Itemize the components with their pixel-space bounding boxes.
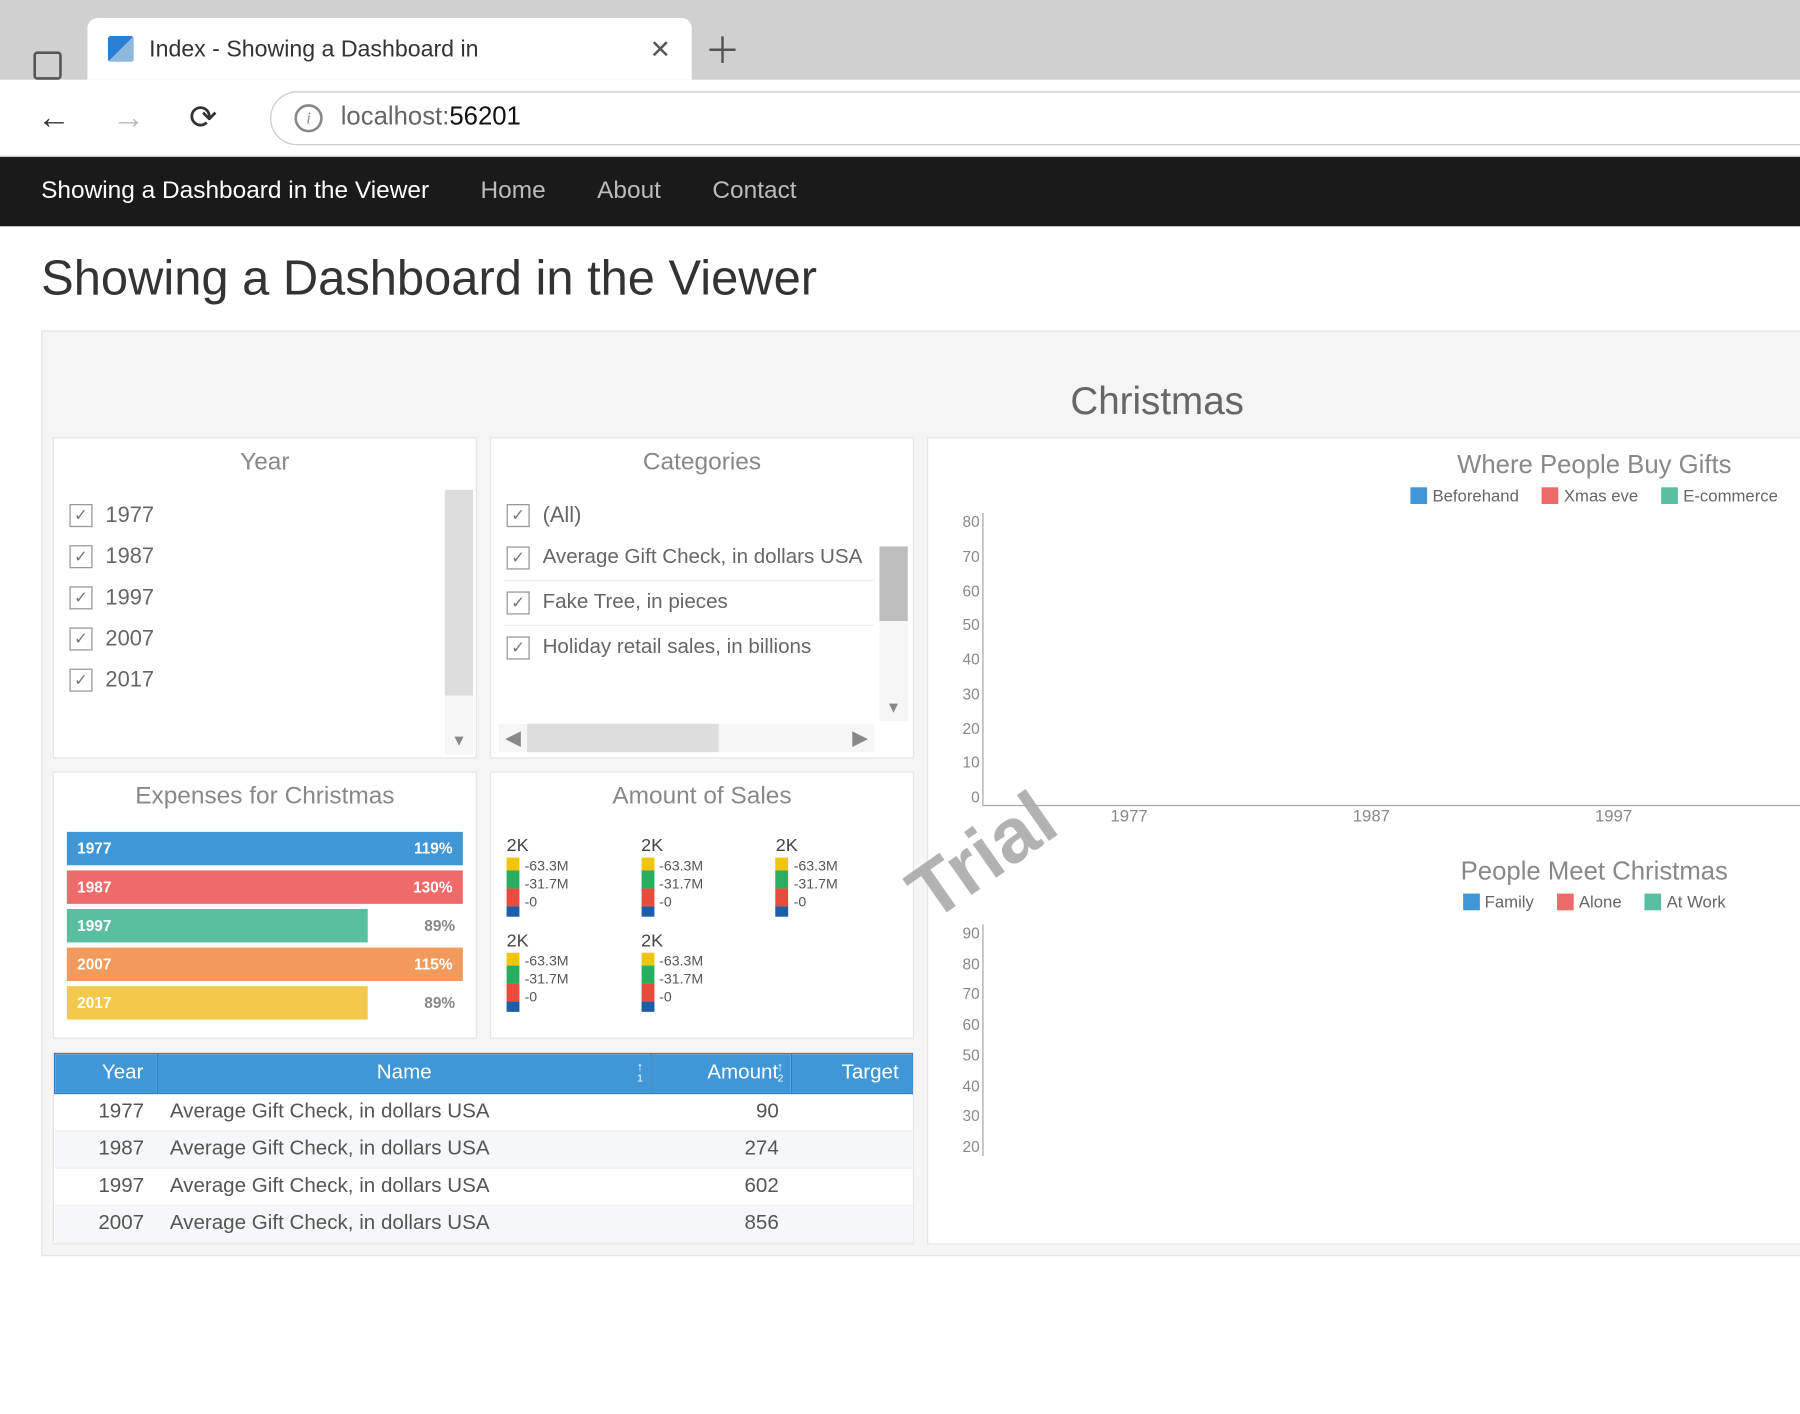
sales-gauge: 2K-63.3M-31.7M-0 (641, 930, 763, 1012)
forward-button[interactable]: → (98, 87, 160, 149)
nav-contact[interactable]: Contact (712, 177, 796, 205)
category-all[interactable]: ✓ (All) (504, 495, 874, 536)
dashboard-title: Christmas (42, 381, 1800, 438)
close-tab-icon[interactable]: ✕ (650, 33, 672, 65)
categories-vscroll[interactable]: ▼ (879, 546, 907, 721)
table-header[interactable]: Name↑1 (157, 1054, 652, 1094)
scroll-down-icon[interactable]: ▼ (445, 726, 473, 754)
year-scrollbar[interactable]: ▲ ▼ (445, 490, 473, 755)
scroll-thumb[interactable] (527, 724, 718, 752)
categories-filter-title: Categories (491, 438, 913, 487)
expense-row: 2007115% (67, 948, 463, 981)
table-row[interactable]: 1977Average Gift Check, in dollars USA90 (55, 1094, 913, 1131)
year-label: 1987 (105, 544, 154, 570)
data-table: YearName↑1Amount↑2Target1977Average Gift… (54, 1053, 913, 1243)
category-label: Average Gift Check, in dollars USA (543, 546, 863, 569)
sales-title: Amount of Sales (491, 773, 913, 822)
page-title: Showing a Dashboard in the Viewer (41, 252, 1800, 307)
table-row[interactable]: 1997Average Gift Check, in dollars USA60… (55, 1168, 913, 1205)
url-text: localhost:56201 (341, 103, 521, 133)
checkbox-icon[interactable]: ✓ (507, 504, 530, 527)
year-label: 1997 (105, 585, 154, 611)
tab-title: Index - Showing a Dashboard in (149, 35, 634, 62)
checkbox-icon[interactable]: ✓ (69, 586, 92, 609)
year-item[interactable]: ✓ 2007 (67, 618, 437, 659)
year-label: 2017 (105, 667, 154, 693)
year-label: 1977 (105, 503, 154, 529)
chart-legend: FamilyAloneAt Work (944, 892, 1800, 919)
category-item[interactable]: ✓ Average Gift Check, in dollars USA (504, 536, 874, 580)
year-filter-panel: Year ✓ 1977 ✓ 1987 ✓ 1997 ✓ 2007 ✓ 2017 ▲ ▼ (53, 437, 477, 758)
scroll-thumb[interactable] (879, 546, 907, 621)
table-header[interactable]: Year (55, 1054, 157, 1094)
year-item[interactable]: ✓ 2017 (67, 660, 437, 701)
checkbox-icon[interactable]: ✓ (69, 545, 92, 568)
tab-favicon-icon (108, 36, 134, 62)
scroll-left-icon[interactable]: ◀ (499, 725, 527, 751)
scroll-thumb[interactable] (445, 490, 473, 696)
categories-hscroll[interactable]: ◀ ▶ (499, 724, 874, 752)
table-row[interactable]: 2007Average Gift Check, in dollars USA85… (55, 1205, 913, 1242)
chart-where-buy: Where People Buy GiftsBeforehandXmas eve… (928, 438, 1800, 844)
categories-filter-panel: Categories ✓ (All) ✓ Average Gift Check, … (490, 437, 914, 758)
brand-title[interactable]: Showing a Dashboard in the Viewer (41, 177, 429, 205)
checkbox-icon[interactable]: ✓ (69, 504, 92, 527)
x-axis: 19771987199720072017 (982, 806, 1800, 834)
year-filter-title: Year (54, 438, 476, 487)
y-axis: 9080706050403020 (944, 924, 980, 1155)
new-tab-button[interactable]: ＋ (692, 18, 754, 80)
sales-gauge: 2K-63.3M-31.7M-0 (641, 834, 763, 916)
category-item[interactable]: ✓ Holiday retail sales, in billions (504, 625, 874, 670)
year-label: 2007 (105, 626, 154, 652)
browser-tab[interactable]: Index - Showing a Dashboard in ✕ (87, 18, 691, 80)
charts-panel: Trial Where People Buy GiftsBeforehandXm… (927, 437, 1800, 1244)
chart-title: Where People Buy Gifts (944, 444, 1800, 486)
table-row[interactable]: 1987Average Gift Check, in dollars USA27… (55, 1131, 913, 1168)
expenses-panel: Expenses for Christmas 1977119% 1987130% 1… (53, 771, 477, 1038)
category-label: Fake Tree, in pieces (543, 591, 728, 614)
address-bar[interactable]: i localhost:56201 (270, 91, 1800, 145)
y-axis: 80706050403020100 (944, 513, 980, 806)
table-header[interactable]: Amount↑2 (652, 1054, 792, 1094)
table-header[interactable]: Target (792, 1054, 913, 1094)
category-label: Holiday retail sales, in billions (543, 636, 812, 659)
plot-area (982, 513, 1800, 806)
sales-gauge: 2K-63.3M-31.7M-0 (776, 834, 898, 916)
checkbox-icon[interactable]: ✓ (69, 669, 92, 692)
year-item[interactable]: ✓ 1997 (67, 577, 437, 618)
category-all-label: (All) (543, 503, 582, 529)
chart-legend: BeforehandXmas eveE-commerce (944, 486, 1800, 513)
expense-row: 201789% (67, 986, 463, 1019)
scroll-right-icon[interactable]: ▶ (846, 725, 874, 751)
expense-row: 1987130% (67, 870, 463, 903)
checkbox-icon[interactable]: ✓ (507, 591, 530, 614)
scroll-down-icon[interactable]: ▼ (879, 693, 907, 721)
reload-button[interactable]: ⟳ (172, 87, 234, 149)
category-item[interactable]: ✓ Fake Tree, in pieces (504, 580, 874, 625)
sales-panel: Amount of Sales 2K-63.3M-31.7M-02K-63.3M… (490, 771, 914, 1038)
checkbox-icon[interactable]: ✓ (507, 636, 530, 659)
dashboard: Christmas Year ✓ 1977 ✓ 1987 ✓ 1997 ✓ 2007 ✓ 2017… (41, 330, 1800, 1256)
year-item[interactable]: ✓ 1977 (67, 495, 437, 536)
expense-row: 199789% (67, 909, 463, 942)
sales-gauge: 2K-63.3M-31.7M-0 (507, 930, 629, 1012)
nav-about[interactable]: About (597, 177, 661, 205)
back-button[interactable]: ← (23, 87, 85, 149)
sales-gauge: 2K-63.3M-31.7M-0 (507, 834, 629, 916)
year-item[interactable]: ✓ 1987 (67, 536, 437, 577)
nav-home[interactable]: Home (481, 177, 546, 205)
plot-area (982, 924, 1800, 1155)
data-table-panel: YearName↑1Amount↑2Target1977Average Gift… (53, 1052, 914, 1245)
expense-row: 1977119% (67, 832, 463, 865)
chart-people-meet: People Meet ChristmasFamilyAloneAt Work 9… (928, 845, 1800, 1166)
expenses-title: Expenses for Christmas (54, 773, 476, 822)
app-navbar: Showing a Dashboard in the Viewer Home A… (0, 157, 1800, 226)
checkbox-icon[interactable]: ✓ (69, 627, 92, 650)
site-info-icon[interactable]: i (294, 104, 322, 132)
chart-title: People Meet Christmas (944, 850, 1800, 892)
checkbox-icon[interactable]: ✓ (507, 546, 530, 569)
app-icon (33, 51, 61, 79)
